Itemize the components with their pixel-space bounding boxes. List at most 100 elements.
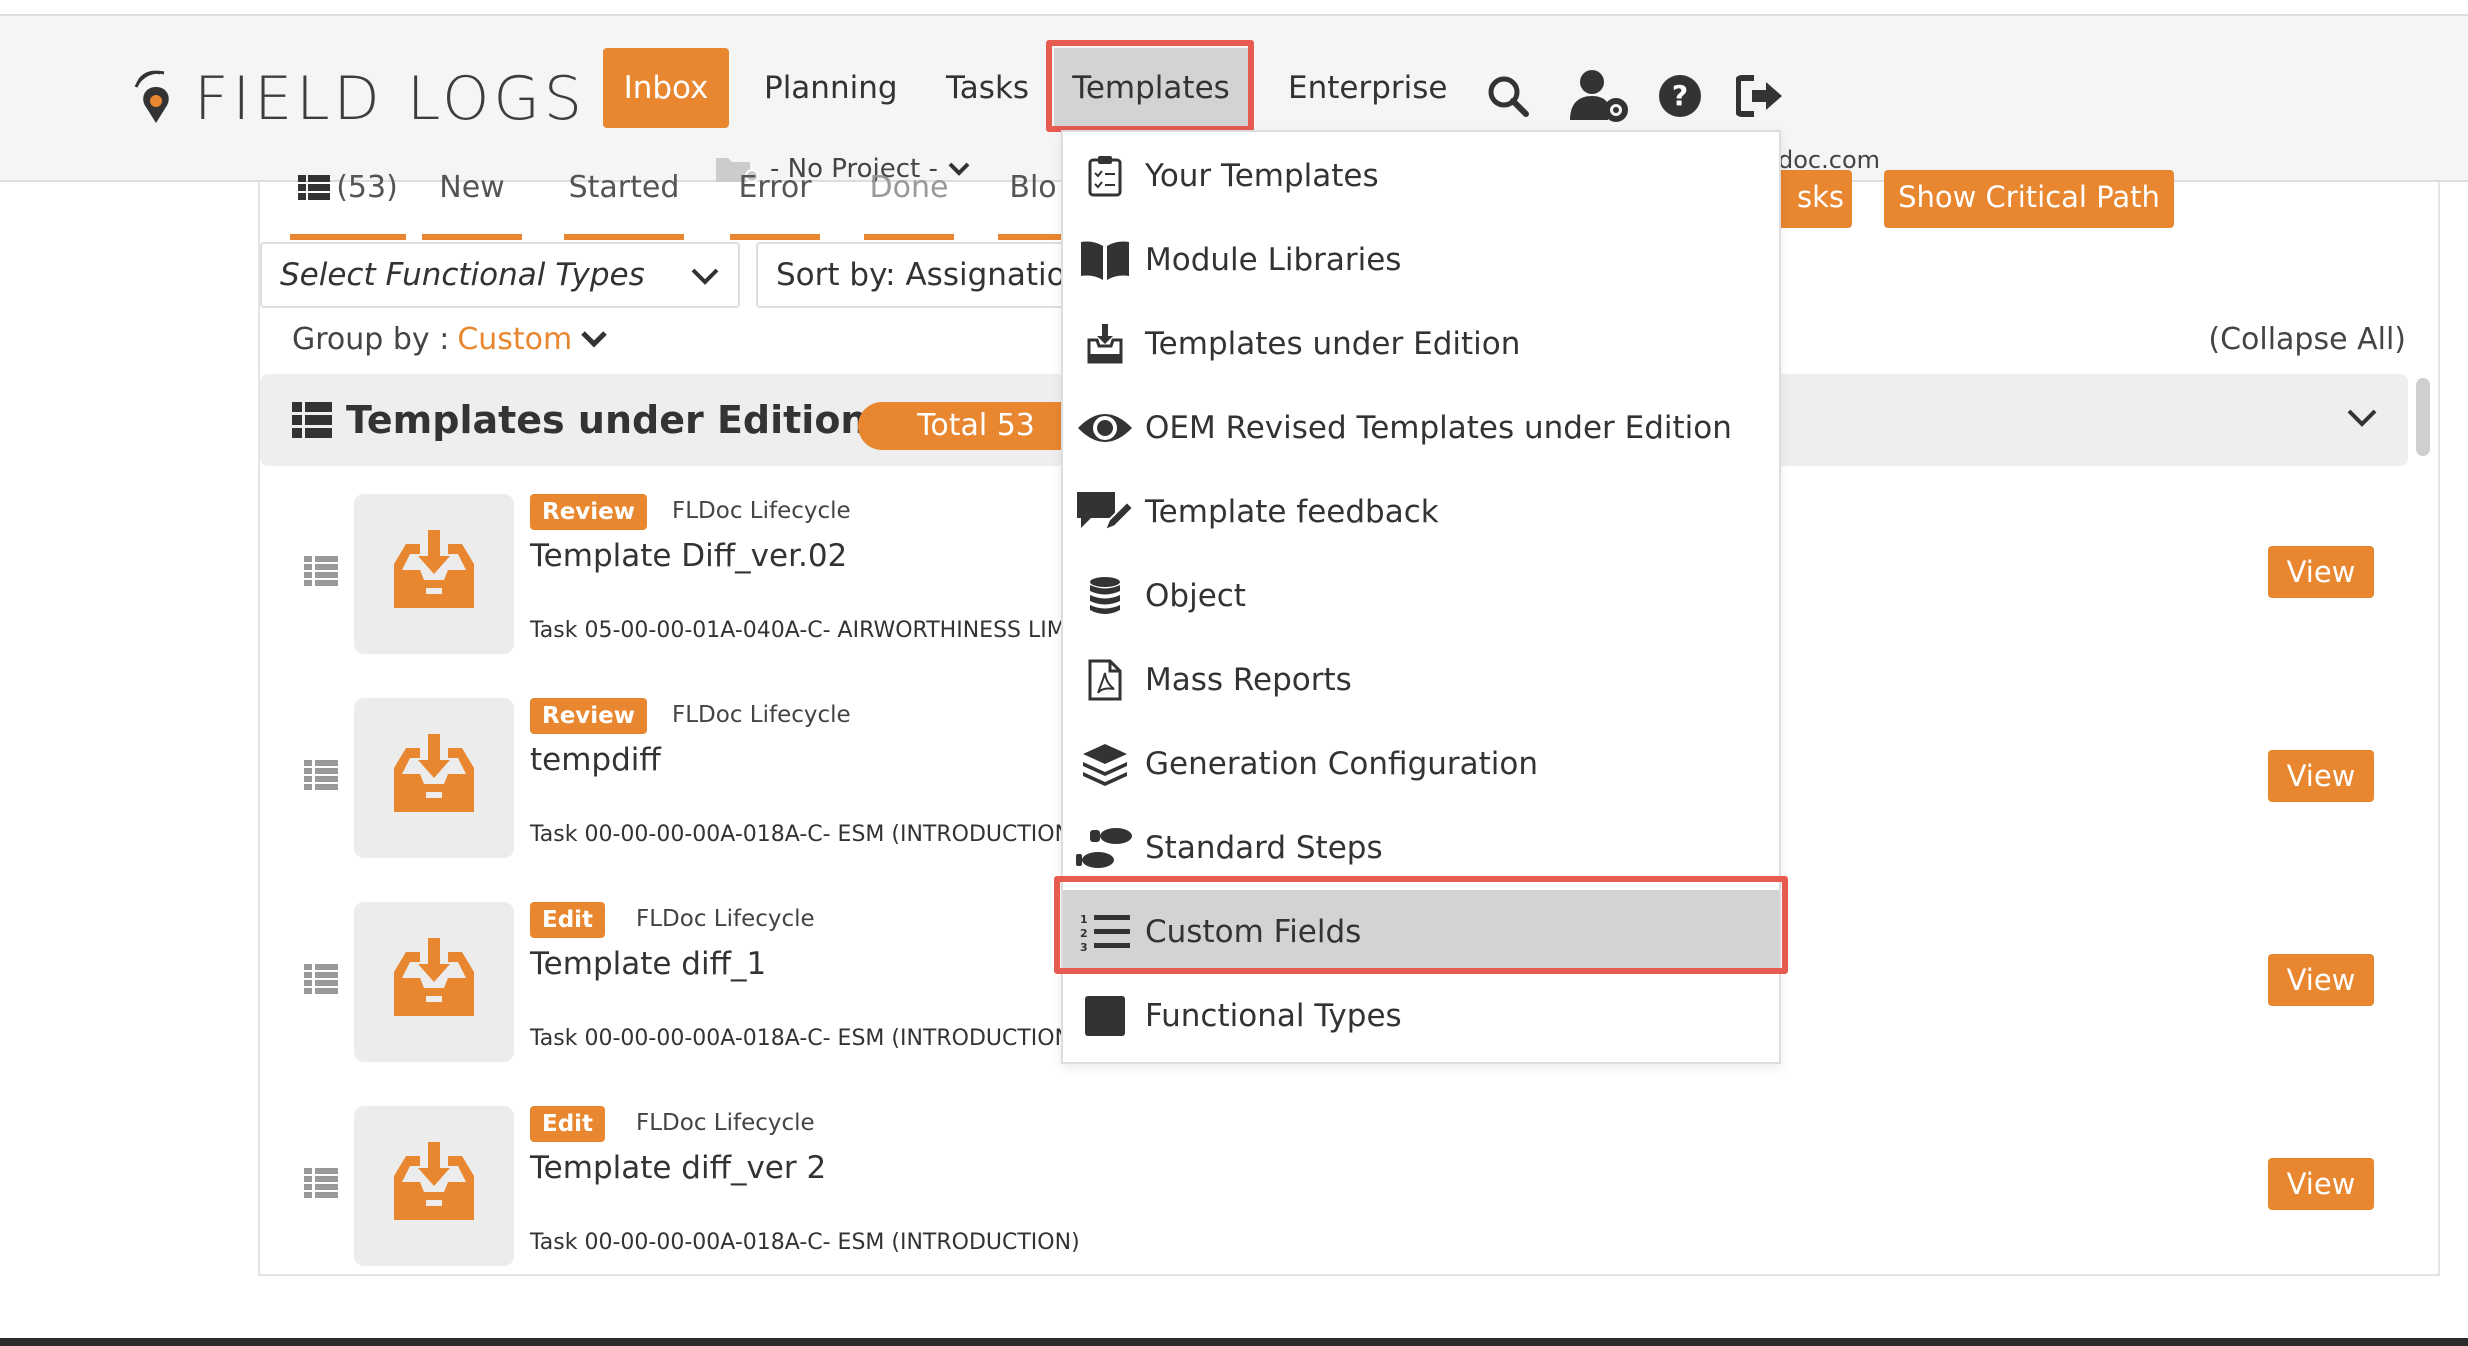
chevron-down-icon[interactable] <box>2346 406 2378 430</box>
menu-item-label: OEM Revised Templates under Edition <box>1145 410 1732 446</box>
menu-item-oem-revised[interactable]: OEM Revised Templates under Edition <box>1063 386 1779 470</box>
group-title: Templates under Edition <box>292 398 867 442</box>
tab-error[interactable]: Error <box>730 170 820 240</box>
template-title[interactable]: tempdiff <box>530 742 661 778</box>
clipboard-checklist-icon <box>1073 146 1137 206</box>
view-button[interactable]: View <box>2268 1158 2374 1210</box>
template-title[interactable]: Template Diff_ver.02 <box>530 538 847 574</box>
inbox-download-icon <box>394 938 474 1016</box>
drag-handle-icon[interactable] <box>304 964 338 994</box>
menu-item-module-libraries[interactable]: Module Libraries <box>1063 218 1779 302</box>
pdf-file-icon <box>1073 650 1137 710</box>
menu-item-label: Template feedback <box>1145 494 1439 530</box>
tab-all[interactable]: (53) <box>290 170 406 240</box>
inbox-download-icon <box>394 734 474 812</box>
logo[interactable]: FIELD LOGS <box>134 64 586 134</box>
total-badge: Total 53 <box>858 402 1094 450</box>
status-badge: Edit <box>530 902 606 938</box>
help-icon[interactable]: ? <box>1658 74 1708 124</box>
lifecycle-label: FLDoc Lifecycle <box>636 906 815 932</box>
nav-inbox[interactable]: Inbox <box>603 48 729 128</box>
drag-handle-icon[interactable] <box>304 760 338 790</box>
nav-planning[interactable]: Planning <box>740 48 922 128</box>
view-button[interactable]: View <box>2268 954 2374 1006</box>
tab-new[interactable]: New <box>422 170 522 240</box>
drag-handle-icon[interactable] <box>304 556 338 586</box>
list-icon <box>298 174 331 200</box>
inbox-download-icon <box>394 530 474 608</box>
lifecycle-label: FLDoc Lifecycle <box>672 702 851 728</box>
status-badge: Review <box>530 494 648 530</box>
view-button[interactable]: View <box>2268 750 2374 802</box>
brand-name: FIELD LOGS <box>194 64 586 134</box>
view-button[interactable]: View <box>2268 546 2374 598</box>
inbox-download-icon <box>394 1142 474 1220</box>
task-label: Task 00-00-00-00A-018A-C- ESM (INTRODUCT… <box>530 1026 1072 1051</box>
functional-types-placeholder: Select Functional Types <box>280 257 645 293</box>
menu-item-label: Generation Configuration <box>1145 746 1539 782</box>
group-by[interactable]: Group by : Custom <box>292 322 608 357</box>
status-badge: Edit <box>530 1106 606 1142</box>
task-label: Task 05-00-00-01A-040A-C- AIRWORTHINESS … <box>530 618 1066 643</box>
menu-item-your-templates[interactable]: Your Templates <box>1063 134 1779 218</box>
menu-item-generation-configuration[interactable]: Generation Configuration <box>1063 722 1779 806</box>
group-by-value: Custom <box>457 322 573 357</box>
database-icon <box>1073 566 1137 626</box>
logout-icon[interactable] <box>1735 74 1786 124</box>
group-title-text: Templates under Edition <box>346 398 868 442</box>
tab-all-count: (53) <box>336 170 398 205</box>
templates-highlight-box <box>1046 40 1254 132</box>
top-border <box>0 0 2468 16</box>
collapse-all-link[interactable]: (Collapse All) <box>2208 322 2406 357</box>
chevron-down-icon <box>691 268 719 285</box>
menu-item-label: Templates under Edition <box>1145 326 1521 362</box>
menu-item-label: Module Libraries <box>1145 242 1402 278</box>
tab-new-label: New <box>439 170 505 205</box>
menu-item-templates-under-edition[interactable]: Templates under Edition <box>1063 302 1779 386</box>
lifecycle-label: FLDoc Lifecycle <box>636 1110 815 1136</box>
menu-item-template-feedback[interactable]: Template feedback <box>1063 470 1779 554</box>
template-title[interactable]: Template diff_1 <box>530 946 766 982</box>
tab-blocked-label: Blo <box>1009 170 1057 205</box>
square-icon <box>1073 986 1137 1046</box>
status-badge: Review <box>530 698 648 734</box>
drag-handle-icon[interactable] <box>304 1168 338 1198</box>
sort-label: Sort by: Assignation <box>776 257 1086 293</box>
layers-icon <box>1073 734 1137 794</box>
template-thumbnail <box>354 698 514 858</box>
menu-item-object[interactable]: Object <box>1063 554 1779 638</box>
nav-enterprise[interactable]: Enterprise <box>1264 48 1471 128</box>
group-by-label: Group by : <box>292 322 450 357</box>
tab-done[interactable]: Done <box>864 170 954 240</box>
tab-error-label: Error <box>738 170 812 205</box>
nav-tasks[interactable]: Tasks <box>922 48 1053 128</box>
scrollbar-thumb[interactable] <box>2416 378 2430 456</box>
tab-blocked[interactable]: Blo <box>998 170 1068 240</box>
menu-item-label: Standard Steps <box>1145 830 1383 866</box>
tab-started[interactable]: Started <box>564 170 684 240</box>
chevron-down-icon <box>581 330 608 348</box>
comment-edit-icon <box>1073 482 1137 542</box>
menu-item-label: Mass Reports <box>1145 662 1352 698</box>
show-critical-path-button[interactable]: Show Critical Path <box>1884 170 2174 228</box>
template-row[interactable]: Edit FLDoc Lifecycle Template diff_ver 2… <box>260 1106 2400 1272</box>
book-icon <box>1073 230 1137 290</box>
template-thumbnail <box>354 494 514 654</box>
bottom-border <box>0 1338 2468 1346</box>
svg-text:?: ? <box>1672 79 1688 112</box>
lifecycle-label: FLDoc Lifecycle <box>672 498 851 524</box>
list-icon <box>292 402 332 438</box>
functional-types-select[interactable]: Select Functional Types <box>260 242 740 308</box>
menu-item-functional-types[interactable]: Functional Types <box>1063 974 1779 1058</box>
template-title[interactable]: Template diff_ver 2 <box>530 1150 826 1186</box>
menu-item-mass-reports[interactable]: Mass Reports <box>1063 638 1779 722</box>
custom-fields-highlight-box <box>1054 876 1788 974</box>
sort-select[interactable]: Sort by: Assignation <box>756 242 1096 308</box>
map-pin-logo-icon <box>134 69 180 129</box>
task-label: Task 00-00-00-00A-018A-C- ESM (INTRODUCT… <box>530 822 1072 847</box>
task-label: Task 00-00-00-00A-018A-C- ESM (INTRODUCT… <box>530 1230 1080 1255</box>
menu-item-label: Object <box>1145 578 1246 614</box>
search-icon[interactable] <box>1486 74 1536 124</box>
user-settings-icon[interactable] <box>1570 68 1628 122</box>
eye-icon <box>1073 398 1137 458</box>
